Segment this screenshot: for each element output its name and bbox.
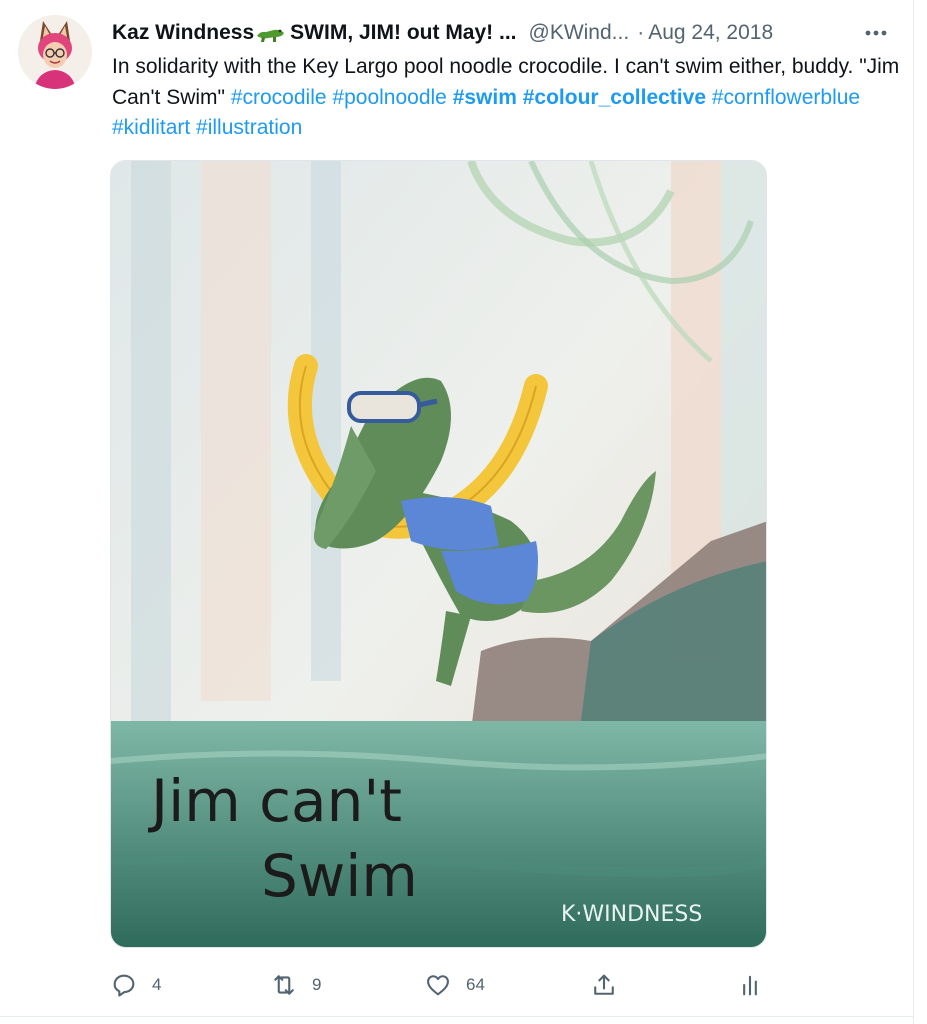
crocodile-emoji-icon [256, 22, 286, 44]
retweet-button[interactable]: 9 [270, 968, 321, 1002]
analytics-icon [743, 975, 757, 996]
hashtag-swim[interactable]: #swim [453, 86, 517, 109]
image-caption-line2: Swim [261, 842, 418, 910]
tweet-header: Kaz Windness SWIM, JIM! out May! ... @KW… [112, 18, 902, 48]
retweet-icon [274, 975, 294, 995]
crocodile-illustration: Jim can't Swim K·WINDNESS [111, 161, 766, 947]
image-caption-line1: Jim can't [148, 767, 402, 835]
heart-icon [427, 975, 449, 996]
tweet-text: In solidarity with the Key Largo pool no… [112, 52, 902, 144]
display-name-suffix[interactable]: SWIM, JIM! out May! ... [290, 21, 516, 45]
reply-count: 4 [152, 975, 162, 994]
hashtag-illustration[interactable]: #illustration [196, 116, 302, 139]
display-name[interactable]: Kaz Windness [112, 21, 254, 45]
hashtag-kidlitart[interactable]: #kidlitart [112, 116, 190, 139]
like-count: 64 [466, 975, 485, 994]
hashtag-cornflowerblue[interactable]: #cornflowerblue [712, 86, 860, 109]
hashtag-colour-collective[interactable]: #colour_collective [523, 86, 706, 109]
meta-separator: · [637, 21, 645, 44]
tweet-date[interactable]: Aug 24, 2018 [648, 21, 773, 45]
reply-icon [113, 974, 135, 997]
avatar[interactable] [18, 15, 92, 89]
share-button[interactable] [590, 968, 618, 1002]
tweet-divider [0, 1016, 913, 1017]
avatar-illustration [18, 15, 92, 89]
hashtag-crocodile[interactable]: #crocodile [231, 86, 327, 109]
artist-signature: K·WINDNESS [561, 902, 702, 927]
tweet-actions: 4 9 64 [110, 968, 790, 1002]
hashtag-poolnoodle[interactable]: #poolnoodle [332, 86, 446, 109]
more-horizontal-icon[interactable] [862, 22, 890, 44]
like-button[interactable]: 64 [424, 968, 485, 1002]
tweet-media-image[interactable]: Jim can't Swim K·WINDNESS [110, 160, 767, 948]
reply-button[interactable]: 4 [110, 968, 161, 1002]
retweet-count: 9 [312, 975, 322, 994]
user-handle[interactable]: @KWind... [529, 21, 630, 45]
analytics-button[interactable] [736, 968, 764, 1002]
timeline-right-border [913, 0, 914, 1024]
share-icon [594, 974, 614, 995]
